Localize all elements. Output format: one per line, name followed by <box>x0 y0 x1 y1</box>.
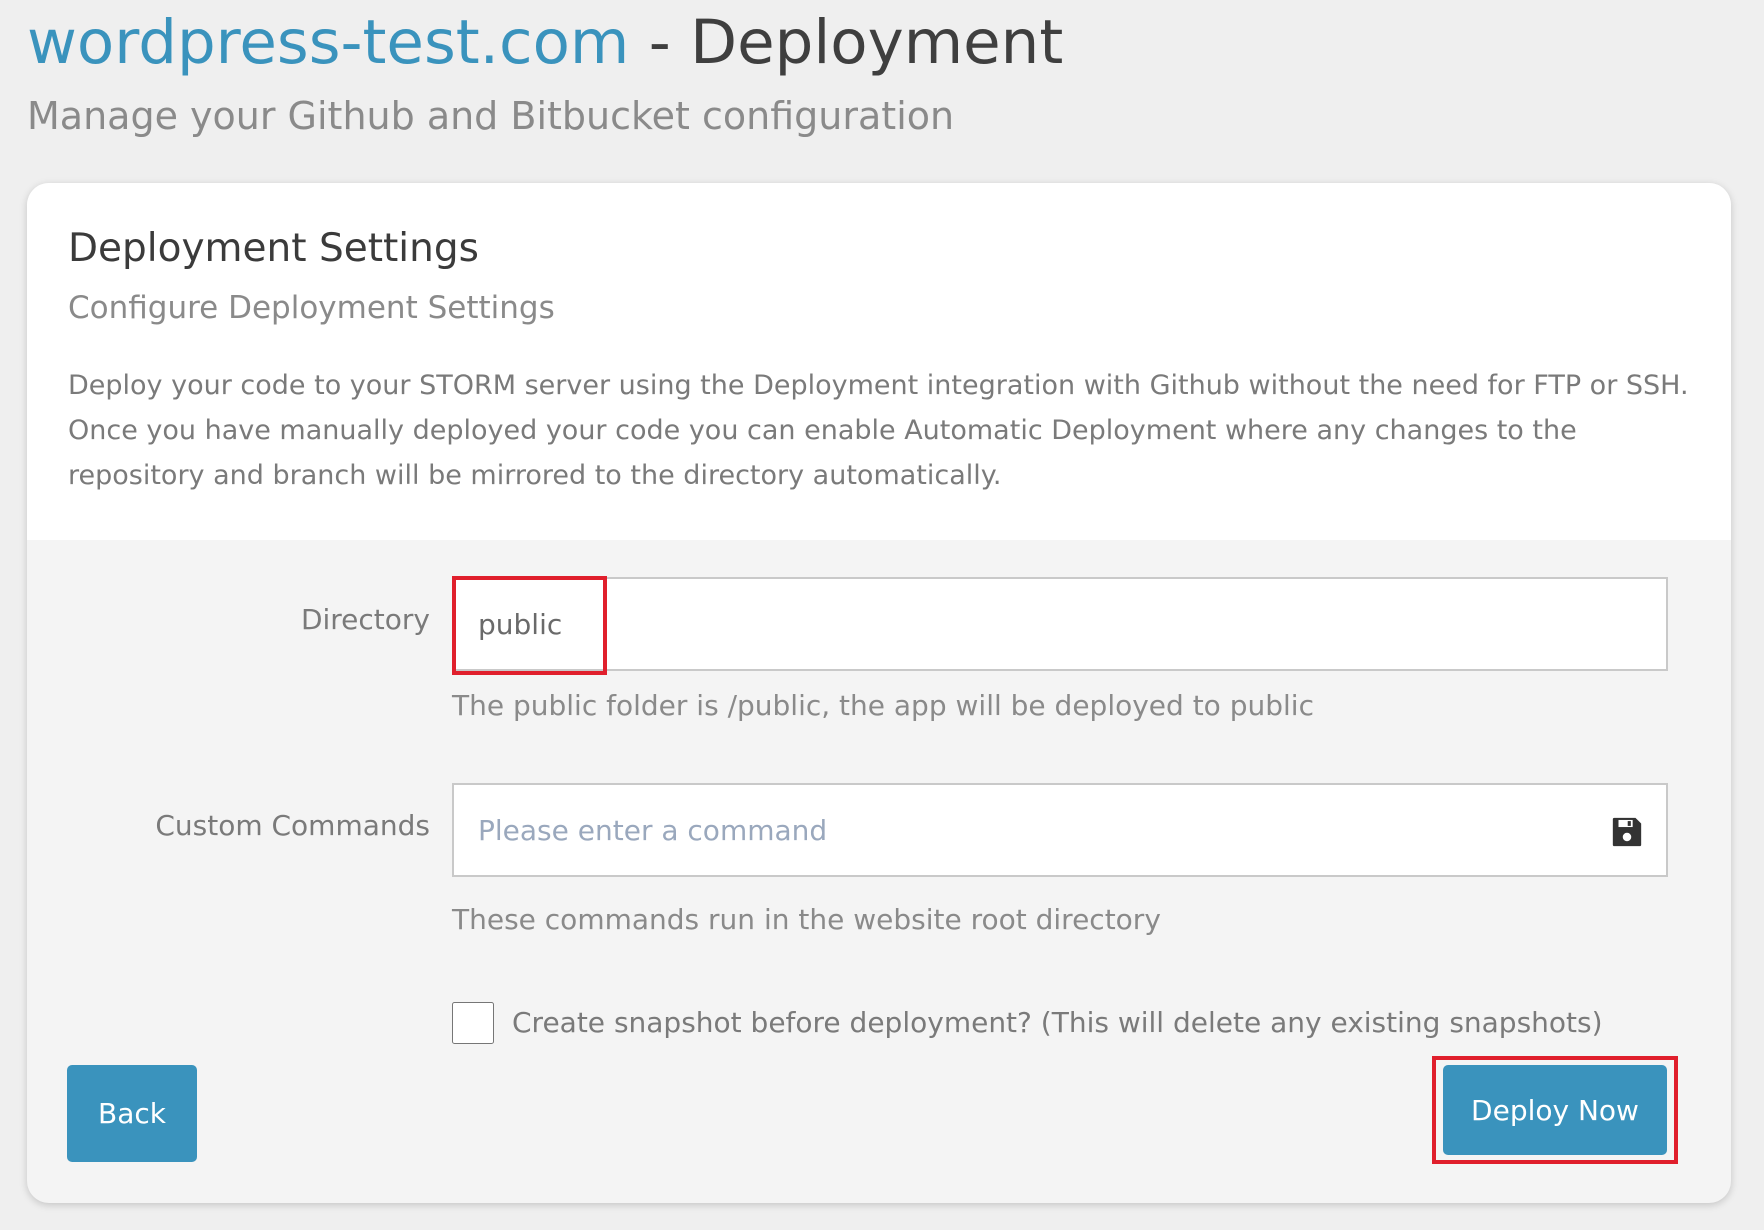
custom-commands-input-wrapper <box>452 783 1668 877</box>
page-title: wordpress-test.com - Deployment <box>27 0 1727 86</box>
page-header: wordpress-test.com - Deployment Manage y… <box>27 0 1727 140</box>
save-icon[interactable] <box>1610 815 1644 849</box>
directory-label: Directory <box>300 603 430 636</box>
card-header-section: Deployment Settings Configure Deployment… <box>27 183 1731 540</box>
back-button[interactable]: Back <box>67 1065 197 1162</box>
page-subtitle: Manage your Github and Bitbucket configu… <box>27 94 955 138</box>
card-title: Deployment Settings <box>68 226 479 271</box>
directory-input[interactable] <box>454 579 1666 669</box>
snapshot-checkbox-label[interactable]: Create snapshot before deployment? (This… <box>512 1003 1603 1043</box>
directory-help-text: The public folder is /public, the app wi… <box>452 689 1314 722</box>
custom-commands-help-text: These commands run in the website root d… <box>452 903 1161 936</box>
snapshot-checkbox[interactable] <box>452 1002 494 1044</box>
custom-commands-input[interactable] <box>454 785 1666 875</box>
deploy-now-button[interactable]: Deploy Now <box>1443 1065 1667 1155</box>
site-name-link[interactable]: wordpress-test.com <box>27 7 629 78</box>
card-description: Deploy your code to your STORM server us… <box>68 370 1689 491</box>
directory-input-wrapper <box>452 577 1668 671</box>
page-title-suffix: - Deployment <box>629 7 1064 78</box>
deployment-settings-card: Deployment Settings Configure Deployment… <box>27 183 1731 1203</box>
custom-commands-label: Custom Commands <box>155 809 430 842</box>
card-subtitle: Configure Deployment Settings <box>68 290 555 326</box>
